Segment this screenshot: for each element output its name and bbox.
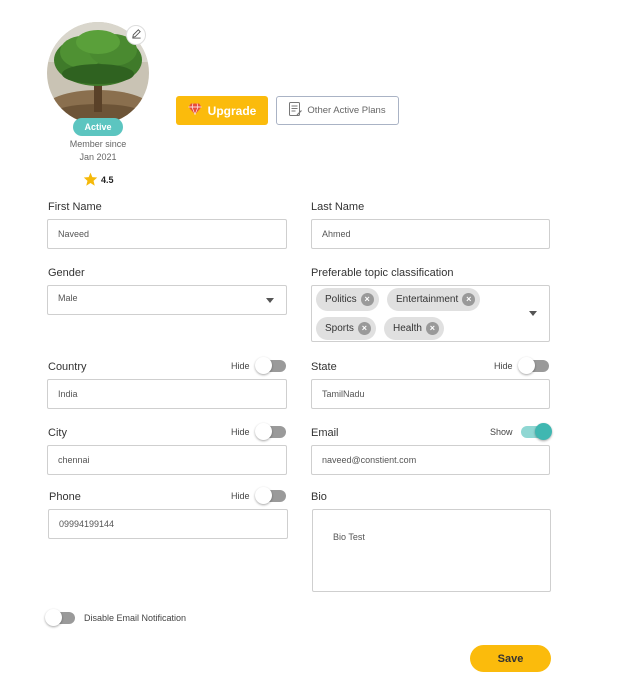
topic-chip-label: Politics xyxy=(325,294,357,305)
email-label: Email xyxy=(311,427,339,439)
gender-value: Male xyxy=(58,293,78,303)
email-notification-label: Disable Email Notification xyxy=(84,613,187,623)
phone-label: Phone xyxy=(49,491,81,503)
member-since-label: Member since xyxy=(69,139,127,149)
rating: 4.5 xyxy=(83,172,114,188)
save-button[interactable]: Save xyxy=(470,645,551,672)
country-visibility: Hide xyxy=(231,357,286,374)
member-since: Member since Jan 2021 xyxy=(50,138,146,164)
country-input[interactable]: India xyxy=(47,379,287,409)
city-visibility-toggle[interactable] xyxy=(254,423,286,440)
city-input[interactable]: chennai xyxy=(47,445,287,475)
phone-visibility: Hide xyxy=(231,487,286,504)
email-visibility-toggle[interactable] xyxy=(520,423,552,440)
email-visibility: Show xyxy=(490,423,552,440)
email-visibility-label: Show xyxy=(490,427,513,437)
close-circle-icon[interactable]: × xyxy=(462,293,476,306)
member-since-date: Jan 2021 xyxy=(79,152,117,162)
other-active-plans-button[interactable]: Other Active Plans xyxy=(276,96,399,125)
last-name-label: Last Name xyxy=(311,201,365,213)
close-circle-icon[interactable]: × xyxy=(425,322,439,335)
caret-down-icon[interactable] xyxy=(529,311,537,316)
city-visibility: Hide xyxy=(231,423,286,440)
topic-chip: Sports × xyxy=(316,317,376,340)
email-notification-toggle[interactable] xyxy=(45,609,75,626)
country-label: Country xyxy=(48,361,87,373)
phone-visibility-toggle[interactable] xyxy=(254,487,286,504)
document-icon xyxy=(289,101,303,120)
topics-multiselect[interactable]: Politics × Entertainment × Sports × Heal… xyxy=(311,285,550,342)
country-visibility-toggle[interactable] xyxy=(254,357,286,374)
caret-down-icon xyxy=(266,298,274,303)
email-input[interactable]: naveed@constient.com xyxy=(311,445,550,475)
close-circle-icon[interactable]: × xyxy=(357,322,371,335)
topics-label: Preferable topic classification xyxy=(311,267,454,279)
country-visibility-label: Hide xyxy=(231,361,250,371)
first-name-input[interactable]: Naveed xyxy=(47,219,287,249)
phone-input[interactable]: 09994199144 xyxy=(48,509,288,539)
topic-chip: Politics × xyxy=(316,288,379,311)
email-notification-setting: Disable Email Notification xyxy=(45,609,187,626)
phone-visibility-label: Hide xyxy=(231,491,250,501)
last-name-input[interactable]: Ahmed xyxy=(311,219,550,249)
state-label: State xyxy=(311,361,337,373)
state-input[interactable]: TamilNadu xyxy=(311,379,550,409)
topic-chip-label: Sports xyxy=(325,323,354,334)
diamond-icon xyxy=(188,103,202,118)
state-visibility: Hide xyxy=(494,357,549,374)
topic-chip: Entertainment × xyxy=(387,288,481,311)
bio-label: Bio xyxy=(311,491,327,503)
state-visibility-toggle[interactable] xyxy=(517,357,549,374)
first-name-label: First Name xyxy=(48,201,102,213)
city-visibility-label: Hide xyxy=(231,427,250,437)
close-circle-icon[interactable]: × xyxy=(360,293,374,306)
topic-chip: Health × xyxy=(384,317,444,340)
upgrade-button[interactable]: Upgrade xyxy=(176,96,268,125)
star-icon xyxy=(83,172,98,188)
topic-chip-label: Health xyxy=(393,323,422,334)
topic-chip-label: Entertainment xyxy=(396,294,459,305)
bio-textarea[interactable]: Bio Test xyxy=(312,509,551,592)
edit-avatar-button[interactable] xyxy=(126,25,146,45)
rating-value: 4.5 xyxy=(101,175,114,185)
gender-label: Gender xyxy=(48,267,85,279)
upgrade-label: Upgrade xyxy=(207,103,257,118)
city-label: City xyxy=(48,427,67,439)
other-active-plans-label: Other Active Plans xyxy=(307,105,386,116)
bio-value: Bio Test xyxy=(333,532,365,542)
gender-select[interactable]: Male xyxy=(47,285,287,315)
state-visibility-label: Hide xyxy=(494,361,513,371)
pencil-icon xyxy=(131,26,142,44)
status-badge: Active xyxy=(73,118,123,136)
